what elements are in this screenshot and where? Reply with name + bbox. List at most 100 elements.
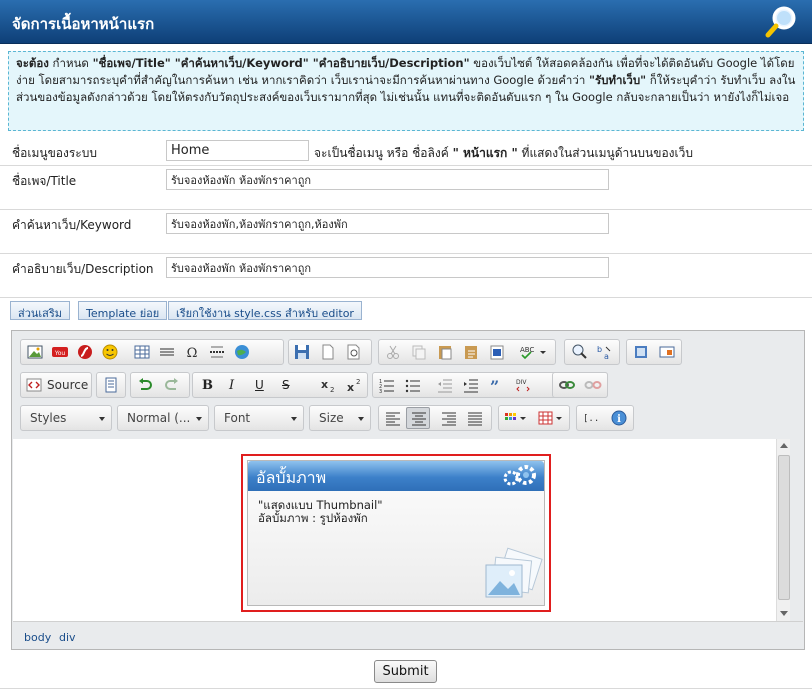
youtube-icon[interactable]: You bbox=[51, 343, 69, 361]
underline-icon[interactable]: U bbox=[255, 378, 264, 392]
bold-icon[interactable]: B bbox=[202, 378, 213, 393]
chevron-down-icon bbox=[291, 417, 297, 421]
scrollbar-thumb[interactable] bbox=[778, 455, 790, 600]
description-row: คำอธิบายเว็บ/Description bbox=[0, 254, 812, 298]
toolbar-document-group bbox=[288, 339, 372, 365]
menu-name-label: ชื่อเมนูของระบบ bbox=[12, 146, 97, 160]
copy-icon[interactable] bbox=[410, 343, 428, 361]
toolbar-link-group bbox=[552, 372, 608, 398]
title-label: ชื่อเพจ/Title bbox=[12, 174, 77, 188]
toolbar-insert-group: You Ω bbox=[20, 339, 284, 365]
align-right-icon[interactable] bbox=[440, 409, 458, 427]
editor-scrollbar[interactable] bbox=[776, 439, 790, 621]
align-justify-icon[interactable] bbox=[466, 409, 484, 427]
keyword-input[interactable] bbox=[166, 213, 609, 234]
svg-text:b: b bbox=[597, 345, 602, 354]
toolbar-template-group bbox=[96, 372, 126, 398]
new-page-icon[interactable] bbox=[319, 343, 337, 361]
chevron-down-icon bbox=[358, 417, 364, 421]
align-center-icon[interactable] bbox=[410, 409, 428, 427]
title-input[interactable] bbox=[166, 169, 609, 190]
flash-icon[interactable] bbox=[76, 343, 94, 361]
menu-name-hint: จะเป็นชื่อเมนู หรือ ชื่อลิงค์ " หน้าแรก … bbox=[314, 144, 693, 163]
spellcheck-icon[interactable]: ABC bbox=[518, 343, 548, 361]
templates-icon[interactable] bbox=[102, 376, 120, 394]
menu-hint-bold: " หน้าแรก " bbox=[452, 146, 518, 160]
scroll-up-icon[interactable] bbox=[780, 443, 788, 448]
page-title: จัดการเนื้อหาหน้าแรก bbox=[12, 15, 155, 33]
toolbar-color-table-group bbox=[498, 405, 570, 431]
undo-icon[interactable] bbox=[136, 376, 154, 394]
toolbar-undo-group bbox=[130, 372, 190, 398]
album-widget-frame: อัลบั้มภาพ "แสดงแบบ Thumbnail" อัลบั้มภา… bbox=[247, 460, 545, 606]
redo-icon[interactable] bbox=[163, 376, 181, 394]
font-combo[interactable]: Font bbox=[214, 405, 304, 431]
editor-content-area[interactable]: อัลบั้มภาพ "แสดงแบบ Thumbnail" อัลบั้มภา… bbox=[13, 439, 789, 621]
notice-example: "รับทำเว็บ" bbox=[588, 73, 647, 87]
svg-text:x: x bbox=[347, 381, 354, 394]
unlink-icon[interactable] bbox=[584, 376, 602, 394]
toolbar-source-group: Source bbox=[20, 372, 92, 398]
maximize-icon[interactable] bbox=[632, 343, 650, 361]
format-combo[interactable]: Normal (... bbox=[117, 405, 209, 431]
chevron-down-icon bbox=[99, 417, 105, 421]
paste-icon[interactable] bbox=[436, 343, 454, 361]
description-label: คำอธิบายเว็บ/Description bbox=[12, 262, 154, 276]
source-icon[interactable] bbox=[25, 376, 43, 394]
numbered-list-icon[interactable]: 123 bbox=[378, 376, 396, 394]
album-widget[interactable]: อัลบั้มภาพ "แสดงแบบ Thumbnail" อัลบั้มภา… bbox=[241, 454, 551, 612]
table-icon[interactable] bbox=[133, 343, 151, 361]
save-icon[interactable] bbox=[293, 343, 311, 361]
placeholder-icon[interactable]: [..] bbox=[582, 409, 600, 427]
align-left-icon[interactable] bbox=[384, 409, 402, 427]
outdent-icon[interactable] bbox=[436, 376, 454, 394]
notice-text-1: กำหนด bbox=[48, 56, 93, 70]
rich-text-editor: You Ω ABC ba Source B I U S x 2 x 2 1 2 … bbox=[11, 330, 805, 650]
submit-button[interactable]: Submit bbox=[374, 660, 437, 683]
color-grid-icon[interactable] bbox=[504, 409, 528, 427]
italic-icon[interactable]: I bbox=[229, 378, 234, 393]
element-path-bar: body div bbox=[13, 621, 803, 649]
svg-text:”: ” bbox=[490, 377, 499, 394]
size-combo[interactable]: Size bbox=[309, 405, 371, 431]
scroll-down-icon[interactable] bbox=[780, 611, 788, 616]
source-label[interactable]: Source bbox=[47, 378, 88, 392]
styles-combo[interactable]: Styles bbox=[20, 405, 112, 431]
seo-notice: จะต้อง กำหนด "ชื่อเพจ/Title" "คำค้นหาเว็… bbox=[8, 51, 804, 131]
image-icon[interactable] bbox=[26, 343, 44, 361]
bullet-list-icon[interactable] bbox=[404, 376, 422, 394]
svg-text:Ω: Ω bbox=[187, 346, 198, 361]
tab-style-css[interactable]: เรียกใช้งาน style.css สำหรับ editor bbox=[168, 301, 362, 320]
cut-icon[interactable] bbox=[384, 343, 402, 361]
show-blocks-icon[interactable] bbox=[658, 343, 676, 361]
blockquote-icon[interactable]: ” bbox=[488, 376, 506, 394]
info-icon[interactable]: i bbox=[610, 409, 628, 427]
table-grid-icon[interactable] bbox=[537, 409, 565, 427]
page: จัดการเนื้อหาหน้าแรก จะต้อง กำหนด "ชื่อเ… bbox=[0, 0, 812, 700]
superscript-icon[interactable]: x2 bbox=[345, 376, 363, 394]
styles-combo-label: Styles bbox=[30, 411, 67, 425]
path-body[interactable]: body bbox=[24, 631, 51, 644]
page-break-icon[interactable] bbox=[208, 343, 226, 361]
indent-icon[interactable] bbox=[462, 376, 480, 394]
paste-word-icon[interactable] bbox=[488, 343, 506, 361]
path-div[interactable]: div bbox=[59, 631, 76, 644]
paste-text-icon[interactable] bbox=[462, 343, 480, 361]
tab-addons[interactable]: ส่วนเสริม bbox=[10, 301, 71, 320]
create-div-icon[interactable]: DIV bbox=[514, 376, 532, 394]
subscript-icon[interactable]: x2 bbox=[319, 376, 337, 394]
preview-icon[interactable] bbox=[345, 343, 363, 361]
tab-sub-template[interactable]: Template ย่อย bbox=[78, 301, 168, 320]
iframe-icon[interactable] bbox=[233, 343, 251, 361]
link-icon[interactable] bbox=[558, 376, 576, 394]
special-char-icon[interactable]: Ω bbox=[183, 343, 201, 361]
strike-icon[interactable]: S bbox=[282, 378, 290, 392]
description-input[interactable] bbox=[166, 257, 609, 278]
menu-name-input[interactable] bbox=[166, 140, 309, 161]
smiley-icon[interactable] bbox=[101, 343, 119, 361]
horizontal-rule-icon[interactable] bbox=[158, 343, 176, 361]
find-icon[interactable] bbox=[570, 343, 588, 361]
svg-text:2: 2 bbox=[330, 386, 334, 394]
replace-icon[interactable]: ba bbox=[596, 343, 614, 361]
keyword-row: คำค้นหาเว็บ/Keyword bbox=[0, 210, 812, 254]
